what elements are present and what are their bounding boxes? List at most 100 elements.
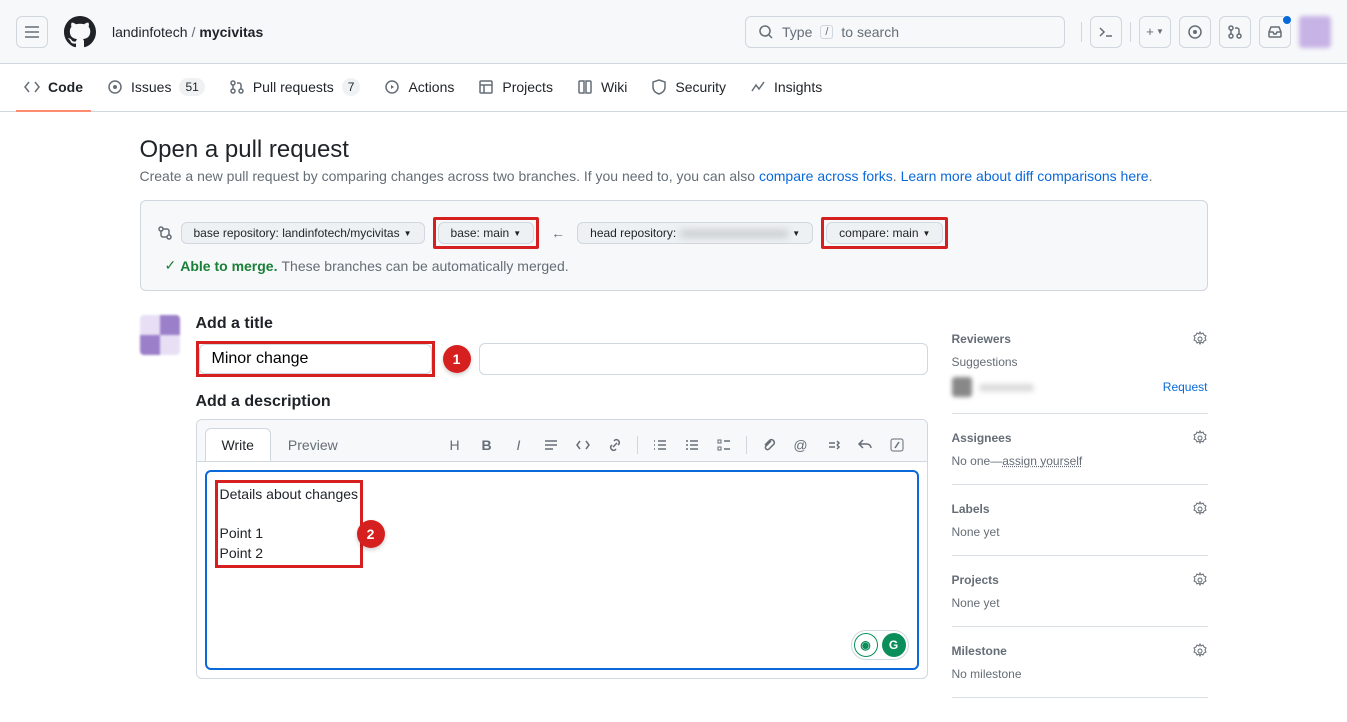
- menu-button[interactable]: [16, 16, 48, 48]
- gear-icon[interactable]: [1192, 501, 1208, 517]
- list-unordered-icon: [684, 437, 700, 453]
- list-ordered-icon: [652, 437, 668, 453]
- compare-branch-select[interactable]: compare: main▼: [826, 222, 943, 244]
- no-projects-text: None yet: [952, 596, 1208, 610]
- page-description: Create a new pull request by comparing c…: [140, 168, 1208, 184]
- issues-count: 51: [179, 78, 204, 96]
- tasklist-icon: [716, 437, 732, 453]
- gear-icon[interactable]: [1192, 643, 1208, 659]
- request-link[interactable]: Request: [1163, 380, 1208, 394]
- caret-down-icon: ▼: [1156, 27, 1164, 36]
- issues-button[interactable]: [1179, 16, 1211, 48]
- reviewer-avatar: [952, 377, 972, 397]
- grammarly-icon-2[interactable]: G: [882, 633, 906, 657]
- link-button[interactable]: [601, 431, 629, 459]
- sidebar-milestone-title: Milestone: [952, 644, 1007, 658]
- link-icon: [607, 437, 623, 453]
- annotation-badge-1: 1: [443, 345, 471, 373]
- notifications-button[interactable]: [1259, 16, 1291, 48]
- code-button[interactable]: [569, 431, 597, 459]
- nav-projects[interactable]: Projects: [470, 64, 561, 112]
- breadcrumb: landinfotech / mycivitas: [112, 24, 263, 40]
- author-avatar: [140, 315, 180, 355]
- search-icon: [758, 24, 774, 40]
- command-palette-button[interactable]: [1090, 16, 1122, 48]
- caret-down-icon: ▼: [792, 229, 800, 238]
- quote-button[interactable]: [537, 431, 565, 459]
- issue-icon: [107, 79, 123, 95]
- annotation-badge-2: 2: [357, 520, 385, 548]
- gear-icon[interactable]: [1192, 430, 1208, 446]
- cross-reference-button[interactable]: [819, 431, 847, 459]
- sidebar-assignees-title: Assignees: [952, 431, 1012, 445]
- tab-preview[interactable]: Preview: [271, 428, 355, 461]
- caret-down-icon: ▼: [923, 229, 931, 238]
- square-slash-icon: [889, 437, 905, 453]
- italic-icon: I: [517, 437, 521, 453]
- task-list-button[interactable]: [710, 431, 738, 459]
- description-label: Add a description: [196, 393, 928, 411]
- nav-insights[interactable]: Insights: [742, 64, 830, 112]
- user-avatar[interactable]: [1299, 16, 1331, 48]
- nav-wiki[interactable]: Wiki: [569, 64, 635, 112]
- tab-write[interactable]: Write: [205, 428, 271, 461]
- suggested-reviewer: xxxxxxxxx: [952, 377, 1034, 397]
- pr-title-input[interactable]: [199, 344, 432, 374]
- code-icon: [24, 79, 40, 95]
- pulls-count: 7: [342, 78, 361, 96]
- nav-security[interactable]: Security: [643, 64, 734, 112]
- plus-icon: +: [1146, 24, 1154, 39]
- compare-forks-link[interactable]: compare across forks: [759, 168, 893, 184]
- gear-icon[interactable]: [1192, 331, 1208, 347]
- slash-commands-button[interactable]: [883, 431, 911, 459]
- unordered-list-button[interactable]: [678, 431, 706, 459]
- bold-button[interactable]: B: [473, 431, 501, 459]
- grammar-widget: ◉ G: [851, 630, 909, 660]
- compare-bar: base repository: landinfotech/mycivitas▼…: [140, 200, 1208, 291]
- italic-button[interactable]: I: [505, 431, 533, 459]
- quote-icon: [543, 437, 559, 453]
- terminal-icon: [1098, 24, 1114, 40]
- annotation-highlight-title: [196, 341, 435, 377]
- annotation-highlight-base: base: main▼: [433, 217, 540, 249]
- no-labels-text: None yet: [952, 525, 1208, 539]
- code-icon: [575, 437, 591, 453]
- nav-actions[interactable]: Actions: [376, 64, 462, 112]
- no-assignee-text: No one—: [952, 454, 1003, 468]
- breadcrumb-owner[interactable]: landinfotech: [112, 24, 188, 40]
- heading-button[interactable]: H: [441, 431, 469, 459]
- table-icon: [478, 79, 494, 95]
- mention-button[interactable]: @: [787, 431, 815, 459]
- pr-description-textarea[interactable]: Details about changes Point 1 Point 2 2 …: [205, 470, 919, 670]
- base-repo-select[interactable]: base repository: landinfotech/mycivitas▼: [181, 222, 425, 244]
- nav-code[interactable]: Code: [16, 64, 91, 112]
- breadcrumb-repo[interactable]: mycivitas: [199, 24, 263, 40]
- add-dropdown-button[interactable]: + ▼: [1139, 16, 1171, 48]
- git-pull-request-icon: [229, 79, 245, 95]
- pull-requests-button[interactable]: [1219, 16, 1251, 48]
- learn-more-link[interactable]: Learn more about diff comparisons here: [901, 168, 1149, 184]
- git-pull-request-icon: [1227, 24, 1243, 40]
- github-logo-icon[interactable]: [64, 16, 96, 48]
- attach-button[interactable]: [755, 431, 783, 459]
- shield-icon: [651, 79, 667, 95]
- comment-box: Write Preview H B I: [196, 419, 928, 679]
- gear-icon[interactable]: [1192, 572, 1208, 588]
- nav-issues[interactable]: Issues 51: [99, 64, 213, 112]
- base-branch-select[interactable]: base: main▼: [438, 222, 535, 244]
- inbox-icon: [1267, 24, 1283, 40]
- head-repo-select[interactable]: head repository: xxxxxxxxxxxxxxxxxx ▼: [577, 222, 813, 244]
- dot-circle-icon: [1187, 24, 1203, 40]
- sidebar-projects-title: Projects: [952, 573, 999, 587]
- search-kbd: /: [820, 25, 833, 39]
- search-input[interactable]: Type / to search: [745, 16, 1065, 48]
- assign-yourself-link[interactable]: assign yourself: [1002, 454, 1082, 468]
- arrow-left-icon: ←: [547, 225, 569, 241]
- ordered-list-button[interactable]: [646, 431, 674, 459]
- graph-icon: [750, 79, 766, 95]
- nav-pull-requests[interactable]: Pull requests 7: [221, 64, 369, 112]
- caret-down-icon: ▼: [513, 229, 521, 238]
- reply-button[interactable]: [851, 431, 879, 459]
- grammarly-icon[interactable]: ◉: [854, 633, 878, 657]
- annotation-highlight-compare: compare: main▼: [821, 217, 948, 249]
